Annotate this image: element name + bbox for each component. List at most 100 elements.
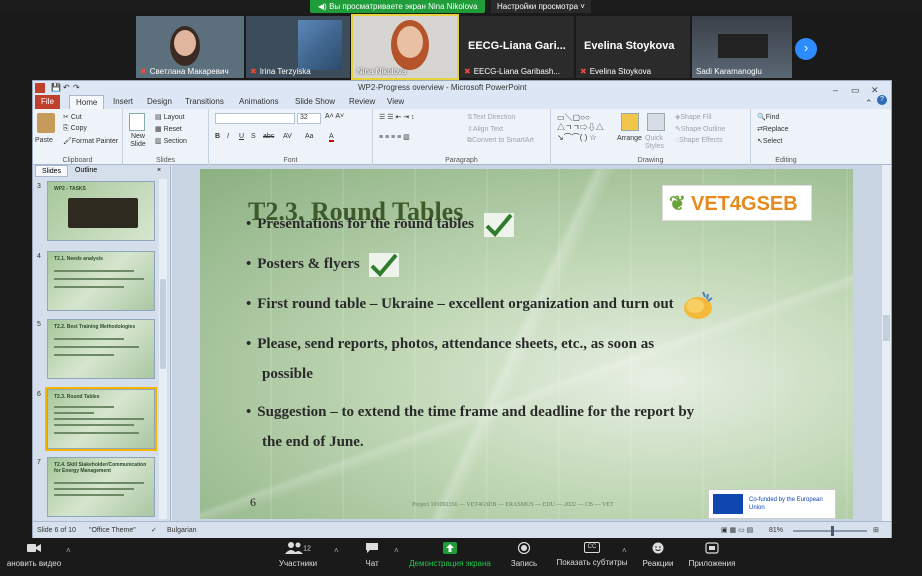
tab-design[interactable]: Design	[141, 95, 178, 109]
shadow-button[interactable]: S	[251, 133, 256, 140]
captions-button[interactable]: CC Показать субтитры	[552, 542, 632, 567]
slide-canvas[interactable]: T2.3. Round Tables ❦ VET4GSEB • Presentat…	[200, 169, 853, 519]
quick-styles-button[interactable]: Quick Styles	[645, 135, 667, 151]
paste-icon[interactable]	[37, 113, 55, 133]
char-spacing-button[interactable]: AV	[283, 133, 292, 140]
bullet-continuation[interactable]: the end of June.	[262, 427, 364, 457]
status-bar: Slide 6 of 10 "Office Theme" ✓ Bulgarian…	[33, 521, 891, 539]
screen-share-indicator[interactable]: ◀) Вы просматриваете экран Nina Nikolova	[310, 0, 486, 13]
muted-mic-icon: ✖	[580, 67, 587, 76]
participant-name: ✖ Irina Terzyiska	[250, 67, 311, 76]
thumb-image: T2.2. Best Training Methodologies	[47, 319, 155, 379]
editing-group: 🔍Find ⇄Replace ↖Select Editing	[751, 109, 821, 165]
video-face	[397, 26, 423, 58]
font-color-button[interactable]: A	[329, 133, 334, 142]
participant-tile-active-speaker[interactable]: Nina Nikolova	[351, 14, 459, 80]
tab-transitions[interactable]: Transitions	[179, 95, 230, 109]
video-feed	[298, 20, 342, 70]
bullet-item[interactable]: • Presentations for the round tables	[246, 209, 514, 239]
font-size-field[interactable]: 32	[297, 113, 321, 124]
thumb-number: 4	[37, 253, 41, 260]
record-button[interactable]: Запись	[504, 541, 544, 568]
shapes-gallery[interactable]: ▭＼▢○○ △ㄱㄱ⇨⇩△ ↘⌒⌒( ) ☆	[557, 113, 604, 143]
thumb-image: T2.3. Round Tables	[45, 387, 157, 451]
tab-insert[interactable]: Insert	[107, 95, 139, 109]
tab-outline[interactable]: Outline	[69, 165, 103, 177]
ribbon: Paste ✂ Cut ⎘ Copy 🖌Format Painter Clipb…	[33, 109, 891, 165]
change-case-button[interactable]: Aa	[305, 133, 314, 140]
participant-name: Sadi Karamanoglu	[696, 67, 762, 76]
slide-thumbnail[interactable]: 4 T2.1. Needs analysis	[35, 251, 159, 315]
paste-button[interactable]: Paste	[35, 137, 53, 144]
bullet-item[interactable]: • First round table – Ukraine – excellent…	[246, 289, 715, 320]
participant-tile[interactable]: ✖ Светлана Макаревич	[136, 16, 244, 78]
bold-button[interactable]: B	[215, 133, 220, 140]
bullet-item[interactable]: • Posters & flyers	[246, 249, 400, 279]
find-button: 🔍Find	[757, 114, 780, 121]
slide-thumbnail[interactable]: 7 T2.4. Skill Stakeholder/Communication …	[35, 457, 159, 521]
strikethrough-button[interactable]: abc	[263, 133, 274, 140]
scrollbar-thumb[interactable]	[883, 315, 890, 341]
help-icon[interactable]: ?	[877, 95, 887, 105]
new-slide-button[interactable]: New Slide	[125, 133, 151, 149]
thumb-number: 5	[37, 321, 41, 328]
chevron-up-icon[interactable]: ˄	[394, 546, 399, 555]
tab-review[interactable]: Review	[343, 95, 381, 109]
stop-video-button[interactable]: ановить видео	[4, 542, 64, 568]
tab-file[interactable]: File	[35, 95, 60, 109]
participant-tile[interactable]: EECG-Liana Gari... ✖ EECG-Liana Garibash.…	[460, 16, 574, 78]
redo-icon[interactable]: ↷	[73, 81, 80, 95]
chat-button[interactable]: Чат	[352, 542, 392, 568]
thumb-number: 6	[37, 391, 41, 398]
thumb-number: 7	[37, 459, 41, 466]
zoom-slider-thumb[interactable]	[831, 526, 834, 536]
new-slide-icon[interactable]	[129, 113, 145, 131]
slide-thumbnail[interactable]: 5 T2.2. Best Training Methodologies	[35, 319, 159, 383]
scrollbar-thumb[interactable]	[160, 279, 166, 369]
bullet-item[interactable]: • Suggestion – to extend the time frame a…	[246, 397, 694, 427]
tab-view[interactable]: View	[381, 95, 410, 109]
chevron-up-icon[interactable]: ˄	[66, 546, 71, 555]
bullet-continuation[interactable]: possible	[262, 359, 313, 389]
panel-scrollbar[interactable]	[159, 179, 167, 519]
slides-panel: Slides Outline × 3 WP2 - TASKS 4 T2.1. N…	[33, 165, 171, 521]
view-options-button[interactable]: Настройки просмотра ˅	[491, 0, 591, 13]
participant-tile[interactable]: Evelina Stoykova ✖ Evelina Stoykova	[576, 16, 690, 78]
share-screen-button[interactable]: Демонстрация экрана	[404, 542, 496, 568]
underline-button[interactable]: U	[239, 133, 244, 140]
close-icon[interactable]: ×	[157, 165, 161, 177]
quick-styles-icon[interactable]	[647, 113, 665, 131]
participant-tile[interactable]: Sadi Karamanoglu	[692, 16, 792, 78]
participants-button[interactable]: 12 Участники	[268, 542, 328, 568]
italic-button[interactable]: I	[227, 133, 229, 140]
font-name-field[interactable]	[215, 113, 295, 124]
apps-button[interactable]: Приложения	[684, 542, 740, 568]
cut-button: ✂ Cut	[63, 114, 82, 121]
participant-tile[interactable]: ✖ Irina Terzyiska	[246, 16, 350, 78]
chevron-up-icon[interactable]: ˄	[622, 546, 627, 555]
align-icons[interactable]: ≡ ≡ ≡ ≡ ▥	[379, 133, 410, 141]
slide-scrollbar[interactable]	[882, 165, 891, 521]
save-icon[interactable]: 💾	[51, 81, 61, 95]
bullet-item[interactable]: • Please, send reports, photos, attendanc…	[246, 329, 654, 359]
next-page-button[interactable]: ›	[795, 38, 817, 60]
tab-animations[interactable]: Animations	[233, 95, 285, 109]
reactions-button[interactable]: Реакции	[636, 542, 680, 568]
arrange-icon[interactable]	[621, 113, 639, 131]
copy-icon: ⎘	[63, 125, 69, 132]
arrange-button[interactable]: Arrange	[617, 135, 642, 142]
thumb-image: T2.4. Skill Stakeholder/Communication fo…	[47, 457, 155, 517]
undo-icon[interactable]: ↶	[63, 81, 70, 95]
ribbon-minimize-icon[interactable]: ⌃	[865, 96, 873, 110]
slide-thumbnail-selected[interactable]: 6 T2.3. Round Tables	[35, 387, 159, 453]
tab-home[interactable]: Home	[69, 95, 105, 109]
bullets-icon[interactable]: ☰ ☰ ⇤ ⇥ ↕	[379, 113, 415, 121]
share-icon: ◀)	[318, 2, 327, 11]
slide-thumbnail[interactable]: 3 WP2 - TASKS	[35, 181, 159, 245]
zoom-slider[interactable]	[793, 530, 867, 532]
tab-slides[interactable]: Slides	[35, 165, 69, 177]
grow-font-icon[interactable]: A˄ A˅	[325, 113, 344, 120]
tab-slide-show[interactable]: Slide Show	[289, 95, 341, 109]
record-icon	[517, 541, 531, 555]
chevron-up-icon[interactable]: ˄	[334, 546, 339, 555]
